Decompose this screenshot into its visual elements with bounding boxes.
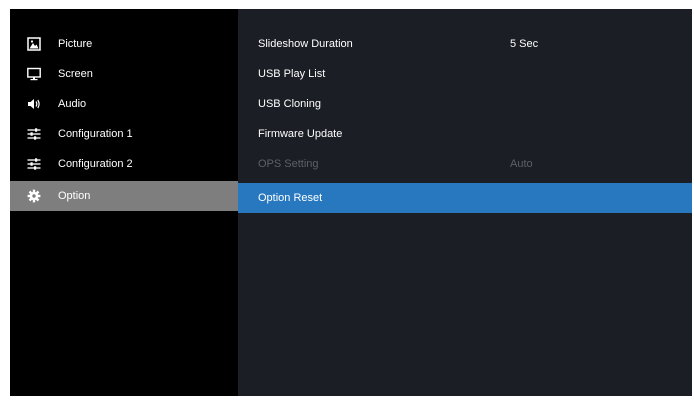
sidebar-item-picture[interactable]: Picture [10,29,238,59]
setting-row-firmware-update[interactable]: Firmware Update [238,119,692,149]
sidebar-item-label: Configuration 2 [58,158,133,170]
option-settings-panel: Slideshow Duration 5 Sec USB Play List U… [238,9,692,396]
setting-row-ops-setting: OPS Setting Auto [238,149,692,179]
setting-row-usb-play-list[interactable]: USB Play List [238,59,692,89]
sliders-icon [27,128,41,140]
setting-value: 5 Sec [510,38,539,50]
setting-label: USB Play List [258,68,326,80]
setting-row-usb-cloning[interactable]: USB Cloning [238,89,692,119]
speaker-icon [28,99,40,109]
setting-label: Slideshow Duration [258,38,353,50]
picture-icon [27,37,41,51]
sidebar-item-label: Option [58,190,91,202]
sidebar-item-configuration-1[interactable]: Configuration 1 [10,119,238,149]
sidebar-item-label: Screen [58,68,93,80]
sidebar-item-configuration-2[interactable]: Configuration 2 [10,149,238,179]
sidebar-item-audio[interactable]: Audio [10,89,238,119]
sidebar-item-option[interactable]: Option [10,181,238,211]
gear-icon [27,189,41,203]
setting-row-slideshow-duration[interactable]: Slideshow Duration 5 Sec [238,29,692,59]
sidebar-item-label: Picture [58,38,93,50]
setting-label: Option Reset [258,192,323,204]
sidebar-item-screen[interactable]: Screen [10,59,238,89]
setting-value: Auto [510,158,533,170]
sliders-icon [27,158,41,170]
menu-sidebar: Picture Screen Audio Configuration 1 Con… [10,9,238,396]
setting-label: Firmware Update [258,128,343,140]
monitor-icon [27,67,41,81]
setting-label: USB Cloning [258,98,321,110]
sidebar-item-label: Audio [58,98,87,110]
setting-label: OPS Setting [258,158,319,170]
osd-menu: Picture Screen Audio Configuration 1 Con… [10,9,692,396]
sidebar-item-label: Configuration 1 [58,128,133,140]
setting-row-option-reset[interactable]: Option Reset [238,183,692,213]
